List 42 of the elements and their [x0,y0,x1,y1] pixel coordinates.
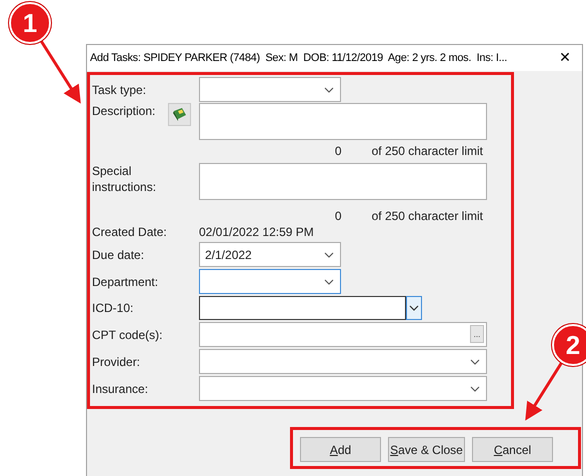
window-title: Add Tasks: SPIDEY PARKER (7484) Sex: M DOB: 11/12/2019 Age: 2 yrs. 2 mos. Ins: I... [90,52,507,64]
chevron-down-icon [324,86,334,92]
field-label: Provider: [92,354,142,370]
text-area[interactable] [199,103,487,140]
dropdown-field[interactable] [199,349,487,374]
dialog-button[interactable]: Cancel [472,437,553,462]
field-label: Department: [92,274,160,290]
chevron-down-icon [470,386,480,392]
field-label: Description: [92,103,156,119]
field-label: Task type: [92,82,148,98]
book-icon [172,107,187,122]
close-button[interactable]: ✕ [548,45,582,71]
step-badge: 1 [9,2,51,44]
dropdown-button[interactable] [406,296,422,320]
browse-button[interactable]: ... [470,325,484,343]
character-limit: of 250 character limit [372,209,483,223]
book-button[interactable] [168,103,191,126]
character-count: 0 [334,144,342,158]
arrow [525,361,564,421]
character-count: 0 [334,209,342,223]
dialog-button[interactable]: Add [300,437,381,462]
field-label: CPT code(s): [92,326,164,342]
field-label: Created Date: [92,224,168,240]
field-label: Insurance: [92,380,150,396]
chevron-down-icon [324,252,334,258]
dropdown-field[interactable] [199,269,341,294]
lookup-field[interactable]: ... [199,322,487,347]
dropdown-field[interactable]: 2/1/2022 [199,242,341,267]
field-label: Special instructions: [92,163,158,195]
text-area[interactable] [199,163,487,200]
character-limit: of 250 character limit [372,144,483,158]
step-badge: 2 [552,324,586,366]
field-label: Due date: [92,246,146,262]
created-date: 02/01/2022 12:59 PM [199,225,314,239]
field-label: ICD-10: [92,300,134,316]
chevron-down-icon [470,358,480,364]
chevron-down-icon [324,278,334,284]
combo-field[interactable] [199,296,406,320]
chevron-down-icon [409,305,419,311]
dialog-button[interactable]: Save & Close [388,437,465,462]
dropdown-field[interactable] [199,376,487,401]
dropdown-field[interactable] [199,77,341,102]
